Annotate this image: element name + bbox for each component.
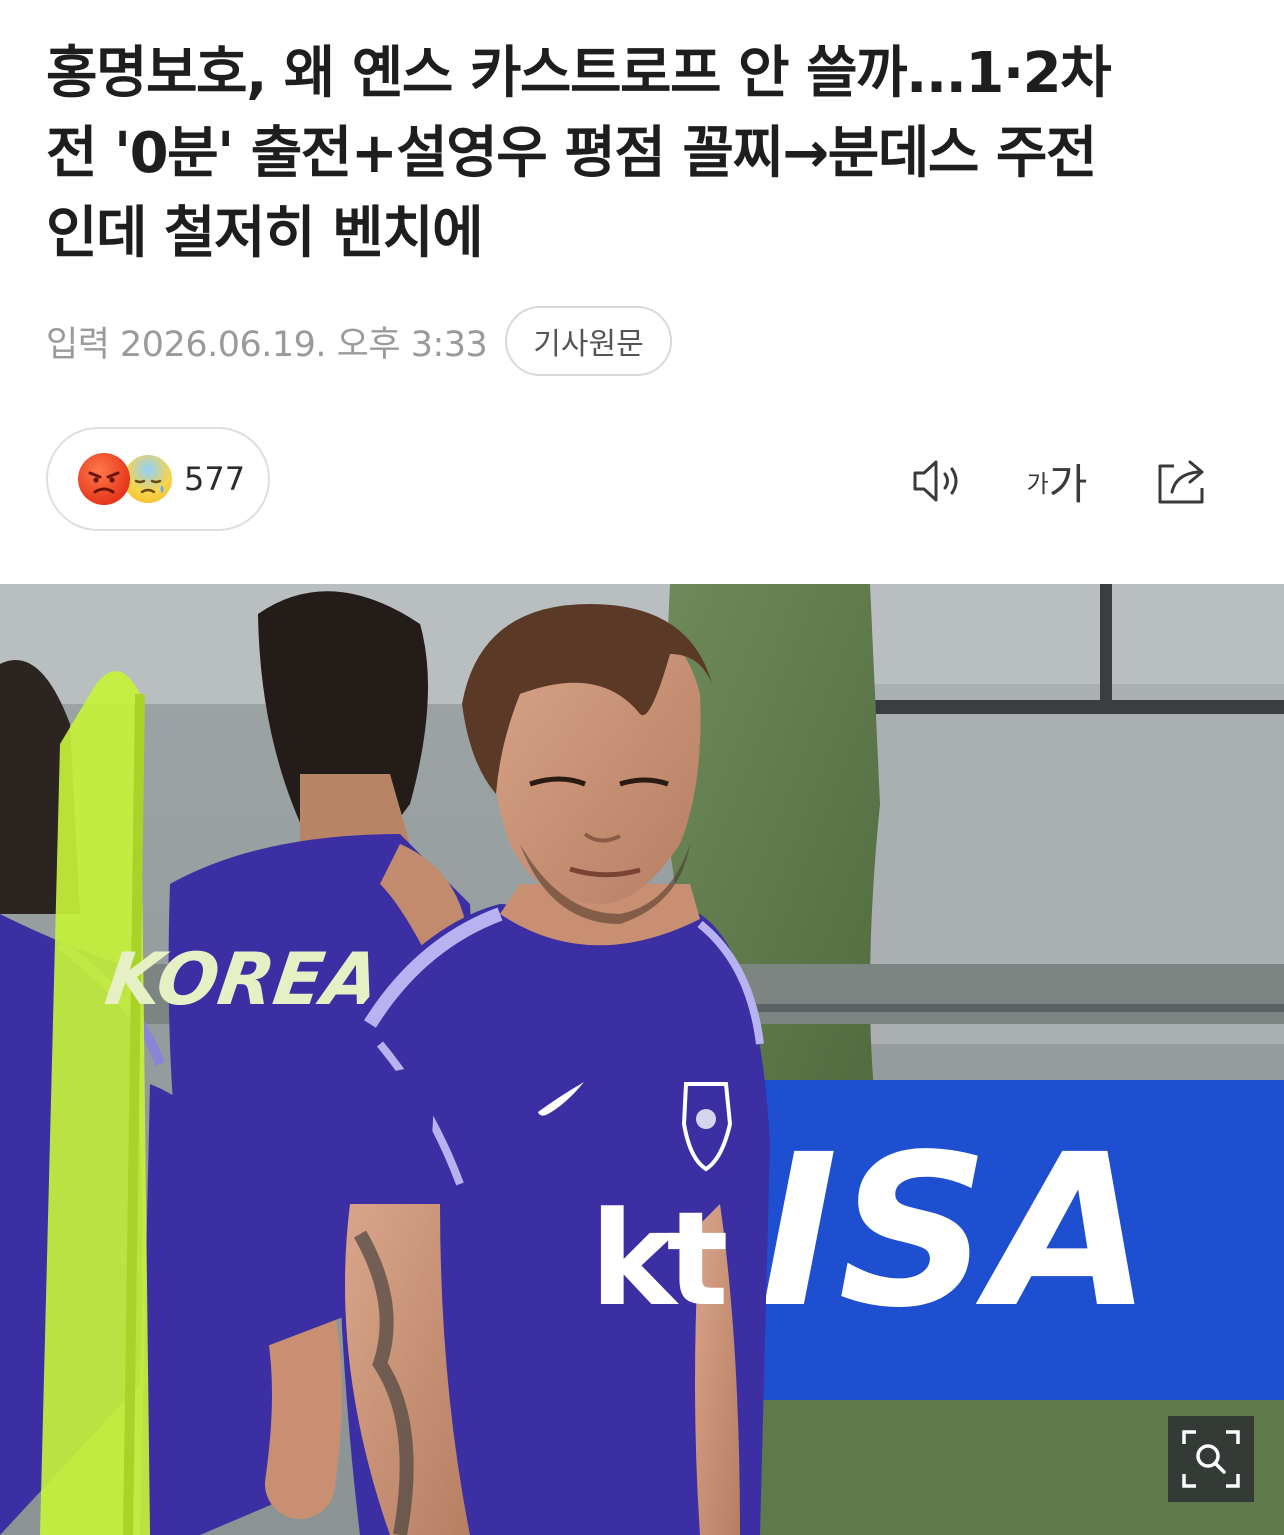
headline-line-2: 전 '0분' 출전+설영우 평점 꼴찌→분데스 주전 (46, 121, 1097, 186)
font-size-button[interactable]: 가 가 (1024, 448, 1090, 514)
reaction-button[interactable]: 577 (46, 427, 270, 531)
reaction-emojis (78, 451, 176, 507)
headline-line-1: 홍명보호, 왜 옌스 카스트로프 안 쓸까...1·2차 (46, 41, 1112, 106)
jersey-text: KOREA (100, 938, 384, 1022)
reaction-count: 577 (184, 460, 246, 498)
font-size-small-label: 가 (1026, 469, 1049, 498)
banner-text: ISA (760, 1109, 1152, 1354)
article-meta: 입력 2026.06.19. 오후 3:33 기사원문 (46, 306, 672, 376)
share-icon[interactable] (1150, 448, 1216, 514)
zoom-icon[interactable] (1168, 1416, 1254, 1502)
article-photo[interactable]: ISA KOREA kt (0, 584, 1284, 1535)
published-date: 입력 2026.06.19. 오후 3:33 (46, 324, 488, 365)
headline-line-3: 인데 철저히 벤치에 (46, 201, 484, 266)
angry-face-icon (78, 453, 130, 505)
sponsor-logo-text: kt (590, 1183, 726, 1335)
original-article-button[interactable]: 기사원문 (505, 306, 672, 376)
article-headline: 홍명보호, 왜 옌스 카스트로프 안 쓸까...1·2차 전 '0분' 출전+설… (46, 34, 1246, 274)
font-size-big-label: 가 (1048, 459, 1088, 509)
speaker-icon[interactable] (906, 448, 972, 514)
